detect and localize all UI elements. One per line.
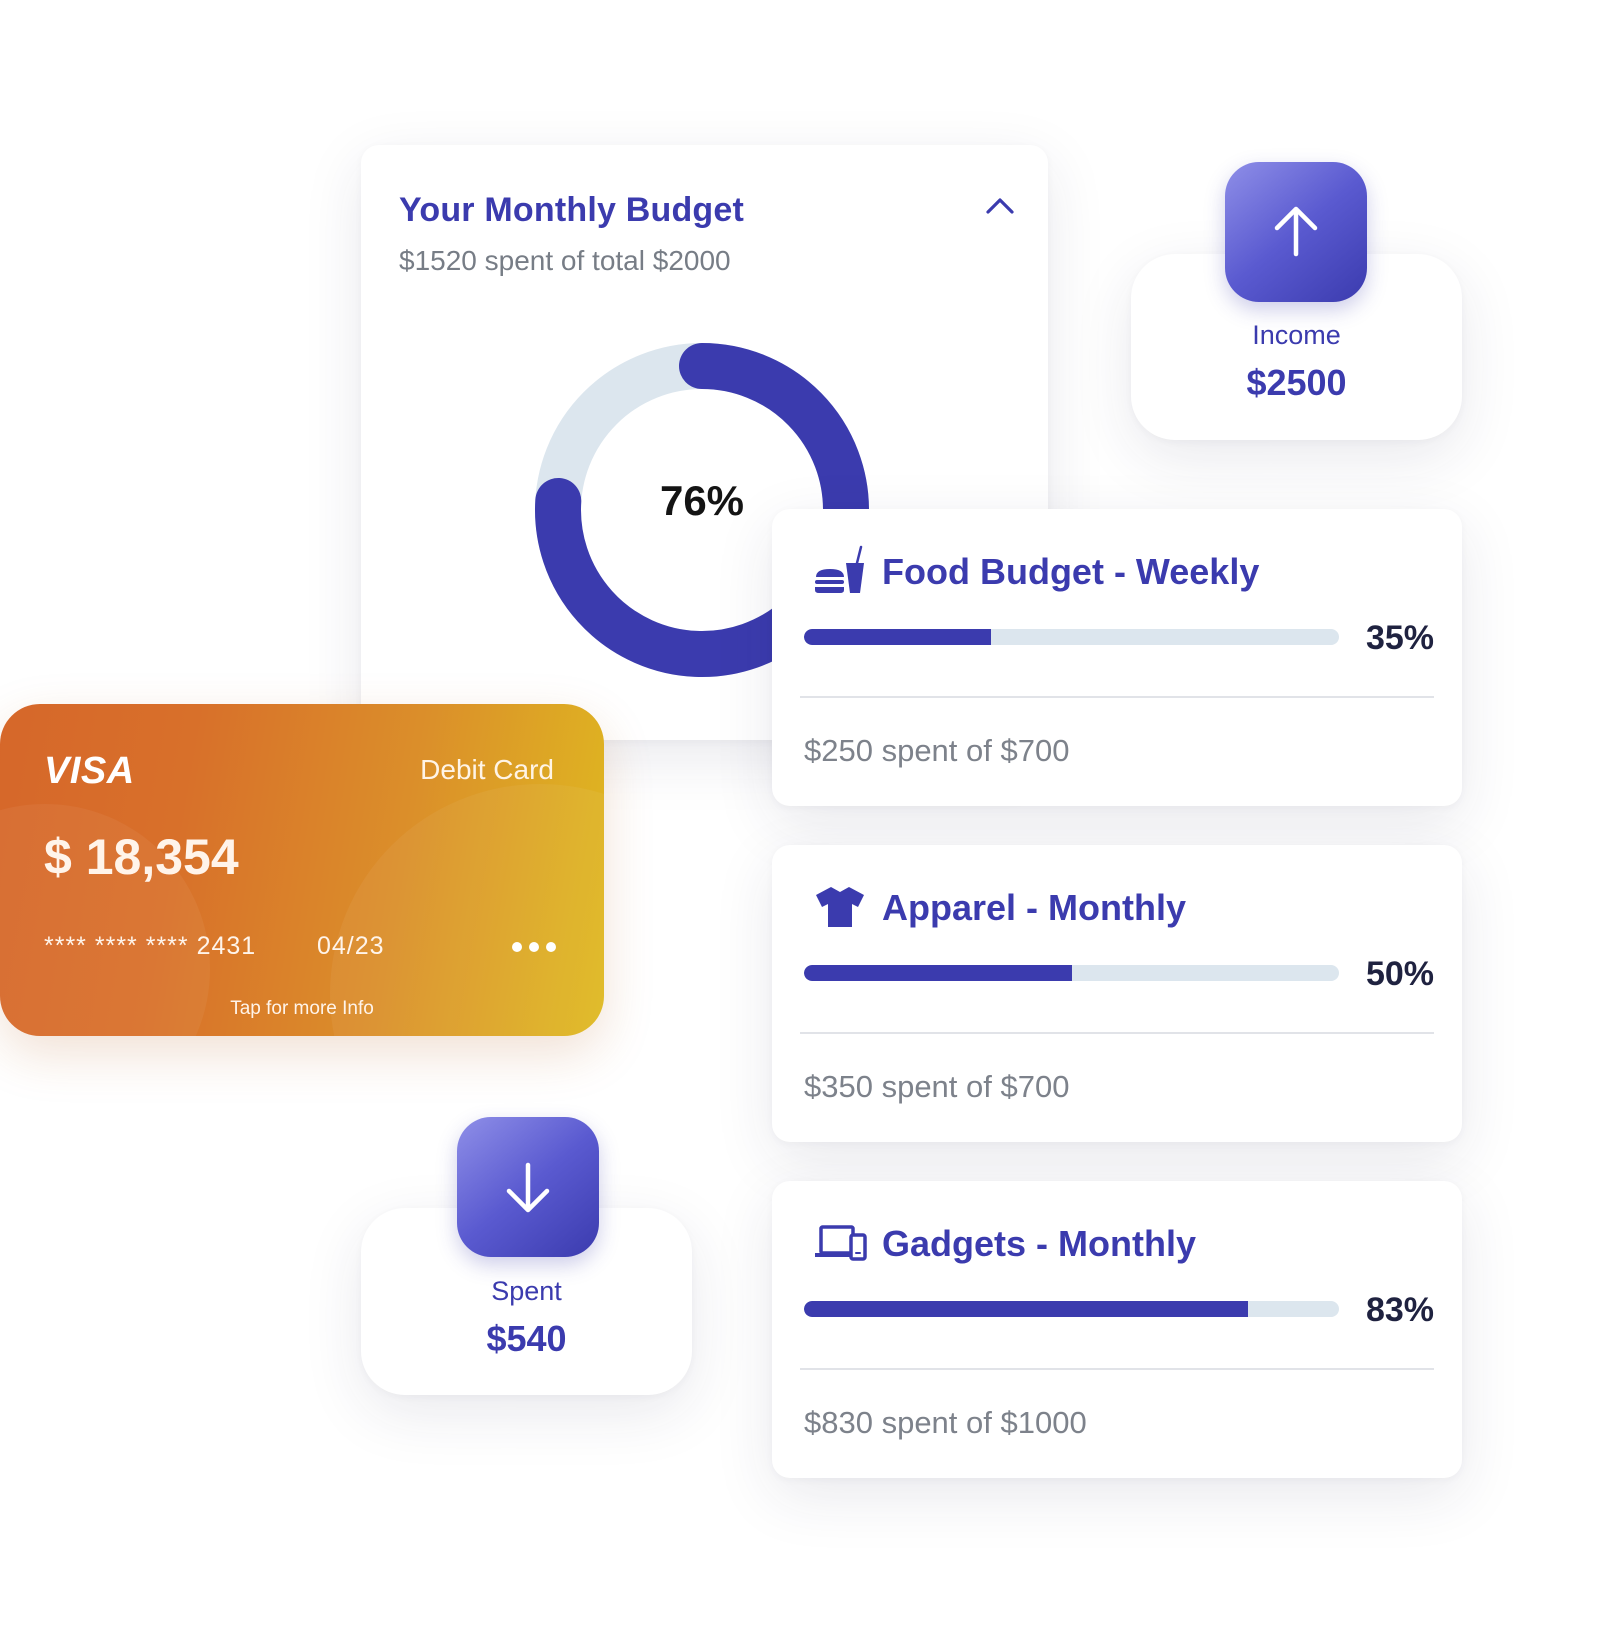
category-card-apparel[interactable]: Apparel - Monthly 50% $350 spent of $700 xyxy=(772,845,1462,1142)
budget-title: Your Monthly Budget xyxy=(399,191,745,229)
shirt-icon xyxy=(816,887,864,927)
card-expiry: 04/23 xyxy=(317,932,385,960)
chevron-up-icon[interactable] xyxy=(982,192,1018,220)
progress-track xyxy=(804,1301,1339,1317)
progress-fill xyxy=(804,629,992,645)
card-balance: $ 18,354 xyxy=(44,829,239,885)
category-title: Apparel - Monthly xyxy=(882,887,1186,928)
spent-value: $540 xyxy=(486,1318,567,1359)
category-spent: $350 spent of $700 xyxy=(804,1069,1070,1104)
category-percent: 35% xyxy=(1365,619,1434,657)
category-percent: 83% xyxy=(1365,1291,1434,1329)
category-card-gadgets[interactable]: Gadgets - Monthly 83% $830 spent of $100… xyxy=(772,1181,1462,1478)
budget-summary: $1520 spent of total $2000 xyxy=(399,245,731,276)
card-number: **** **** **** 2431 xyxy=(44,932,257,960)
divider xyxy=(800,696,1434,698)
progress-track xyxy=(804,965,1339,981)
more-options-icon[interactable] xyxy=(510,940,558,954)
devices-icon xyxy=(815,1225,867,1261)
progress-fill xyxy=(804,965,1072,981)
category-card-food[interactable]: Food Budget - Weekly 35% $250 spent of $… xyxy=(772,509,1462,806)
divider xyxy=(800,1368,1434,1370)
arrow-up-icon xyxy=(1274,206,1318,257)
divider xyxy=(800,1032,1434,1034)
category-title: Gadgets - Monthly xyxy=(882,1223,1196,1264)
income-label: Income xyxy=(1252,320,1341,350)
category-percent: 50% xyxy=(1365,955,1434,993)
card-tap-hint: Tap for more Info xyxy=(230,998,374,1019)
category-title: Food Budget - Weekly xyxy=(882,551,1260,592)
card-type: Debit Card xyxy=(420,754,554,785)
category-spent: $830 spent of $1000 xyxy=(804,1405,1087,1440)
spent-label: Spent xyxy=(491,1276,562,1306)
spent-button[interactable] xyxy=(457,1117,599,1257)
arrow-down-icon xyxy=(506,1162,550,1213)
progress-fill xyxy=(804,1301,1249,1317)
food-icon xyxy=(815,545,864,593)
visa-logo: VISA xyxy=(44,750,135,792)
category-spent: $250 spent of $700 xyxy=(804,733,1070,768)
progress-track xyxy=(804,629,1339,645)
income-value: $2500 xyxy=(1246,362,1347,403)
debit-card[interactable]: VISA Debit Card $ 18,354 **** **** **** … xyxy=(0,704,604,1036)
income-button[interactable] xyxy=(1225,162,1367,302)
